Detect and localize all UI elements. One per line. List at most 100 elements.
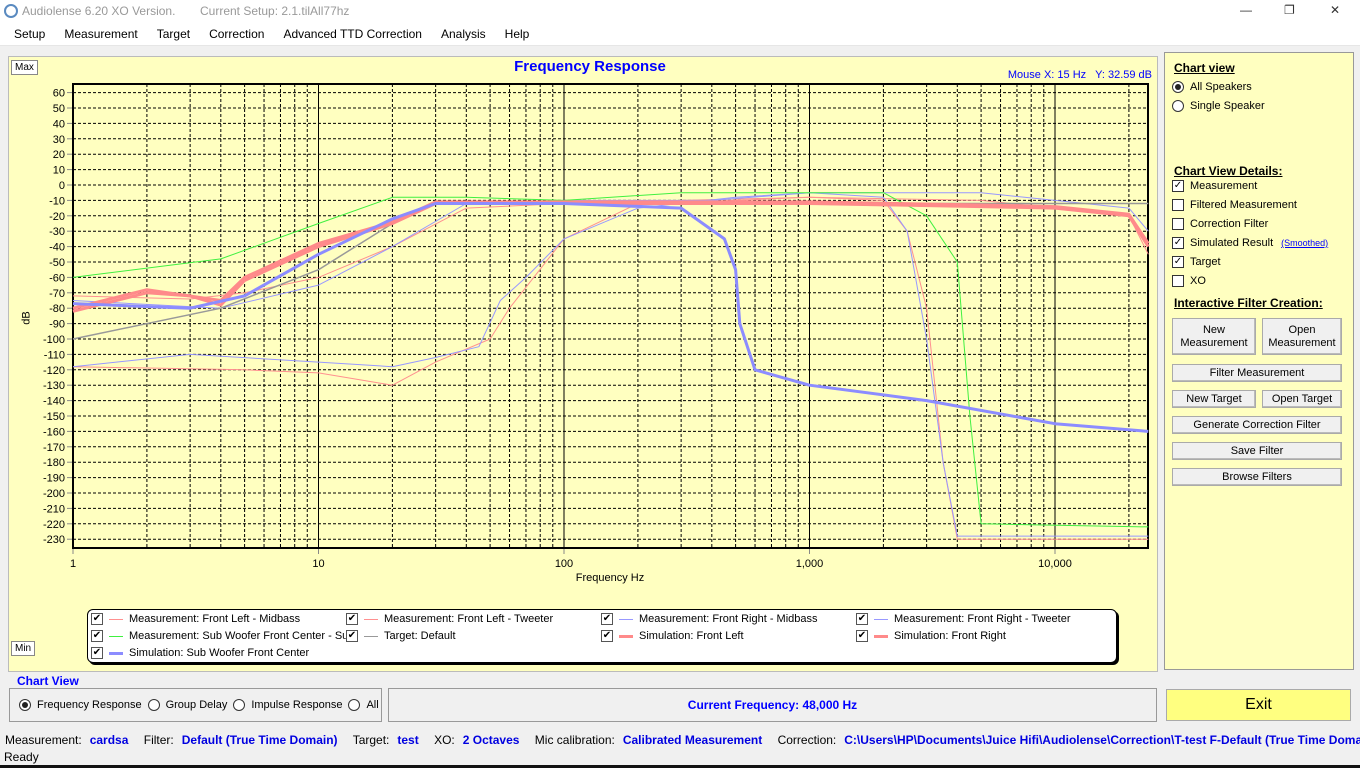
checkbox-checked-icon[interactable]: ✔	[346, 613, 358, 625]
detail-checkbox-correction-filter[interactable]: Correction Filter	[1172, 218, 1268, 230]
max-button[interactable]: Max	[11, 60, 38, 75]
checkbox-checked-icon[interactable]: ✔	[91, 630, 103, 642]
y-tick-label: -150	[43, 411, 65, 423]
y-tick-label: -190	[43, 473, 65, 485]
save-filter-button[interactable]: Save Filter	[1172, 442, 1342, 460]
radio-all-speakers[interactable]: All Speakers	[1172, 81, 1252, 93]
checkbox-checked-icon[interactable]: ✔	[601, 613, 613, 625]
filter-measurement-button[interactable]: Filter Measurement	[1172, 364, 1342, 382]
x-tick-label: 10	[312, 558, 324, 570]
new-measurement-button[interactable]: New Measurement	[1172, 318, 1256, 355]
checkbox-label: Simulated Result	[1190, 237, 1274, 249]
series-line-5	[72, 202, 1149, 340]
chart-view-group: Frequency Response Group Delay Impulse R…	[9, 688, 382, 722]
checkbox-checked-icon[interactable]: ✔	[856, 630, 868, 642]
filter-label: Filter:	[143, 733, 174, 747]
browse-filters-button[interactable]: Browse Filters	[1172, 468, 1342, 486]
chart-title: Frequency Response	[514, 58, 666, 75]
right-panel: Chart view All Speakers Single Speaker C…	[1164, 52, 1354, 670]
target-label: Target:	[352, 733, 390, 747]
current-frequency: Current Frequency: 48,000 Hz	[687, 698, 858, 712]
series-line-0	[72, 196, 1149, 540]
detail-checkbox-filtered-measurement[interactable]: Filtered Measurement	[1172, 199, 1297, 211]
maximize-button[interactable]: ❐	[1284, 3, 1295, 17]
y-tick-label: -130	[43, 380, 65, 392]
y-tick-label: -220	[43, 519, 65, 531]
open-measurement-button[interactable]: Open Measurement	[1262, 318, 1342, 355]
radio-label: Frequency Response	[37, 699, 142, 711]
y-tick-label: -30	[49, 226, 65, 238]
y-tick-label: -140	[43, 396, 65, 408]
measurement-value: cardsa	[89, 733, 129, 747]
radio-label: Impulse Response	[251, 699, 343, 711]
checkbox-checked-icon[interactable]: ✔	[856, 613, 868, 625]
xo-value: 2 Octaves	[462, 733, 520, 747]
minimize-button[interactable]: —	[1240, 3, 1252, 17]
y-tick-label: 0	[59, 180, 65, 192]
generate-correction-filter-button[interactable]: Generate Correction Filter	[1172, 416, 1342, 434]
legend-label: Measurement: Sub Woofer Front Center - S…	[129, 630, 355, 642]
y-tick-label: -200	[43, 488, 65, 500]
checkbox-checked-icon[interactable]: ✔	[601, 630, 613, 642]
legend-item[interactable]: ✔ Simulation: Front Right	[856, 630, 1006, 642]
y-tick-label: -210	[43, 503, 65, 515]
legend-item[interactable]: ✔ Target: Default	[346, 630, 456, 642]
y-tick-label: -170	[43, 442, 65, 454]
close-button[interactable]: ✕	[1330, 3, 1340, 17]
open-target-button[interactable]: Open Target	[1262, 390, 1342, 408]
y-tick-label: -90	[49, 319, 65, 331]
min-button[interactable]: Min	[11, 641, 36, 656]
radio-label: All	[366, 699, 379, 711]
checkbox-label: XO	[1190, 275, 1206, 287]
detail-checkbox-xo[interactable]: XO	[1172, 275, 1206, 287]
legend-item[interactable]: ✔ Measurement: Front Right - Tweeter	[856, 613, 1070, 625]
exit-button[interactable]: Exit	[1166, 689, 1351, 721]
radio-label: Single Speaker	[1190, 100, 1265, 112]
radio-group-delay[interactable]	[147, 699, 160, 711]
legend-item[interactable]: ✔ Measurement: Sub Woofer Front Center - …	[91, 630, 354, 642]
radio-single-speaker[interactable]: Single Speaker	[1172, 100, 1265, 112]
radio-impulse-response[interactable]	[233, 699, 246, 711]
checkbox-checked-icon: ✓	[1172, 180, 1184, 192]
series-line-2	[72, 192, 1149, 537]
smoothed-link[interactable]: (Smoothed)	[1281, 238, 1328, 248]
series-swatch	[619, 634, 633, 638]
radio-label: All Speakers	[1190, 81, 1252, 93]
x-axis-label: Frequency Hz	[575, 572, 645, 584]
detail-checkbox-measurement[interactable]: ✓ Measurement	[1172, 180, 1257, 192]
checkbox-checked-icon[interactable]: ✔	[346, 630, 358, 642]
series-swatch	[619, 618, 633, 620]
plot-frame	[72, 83, 1149, 549]
correction-value: C:\Users\HP\Documents\Juice Hifi\Audiole…	[844, 733, 1360, 747]
checkbox-checked-icon[interactable]: ✔	[91, 647, 103, 659]
legend-label: Measurement: Front Right - Tweeter	[894, 613, 1071, 625]
series-swatch	[874, 634, 888, 638]
detail-checkbox-target[interactable]: ✓ Target	[1172, 256, 1221, 268]
radio-frequency-response[interactable]	[19, 699, 31, 711]
legend-item[interactable]: ✔ Measurement: Front Left - Tweeter	[346, 613, 553, 625]
checkbox-label: Measurement	[1190, 180, 1258, 192]
chart-view-heading: Chart view	[1174, 61, 1235, 75]
status-ready: Ready	[4, 750, 39, 764]
mic-value: Calibrated Measurement	[622, 733, 763, 747]
measurement-label: Measurement:	[5, 733, 82, 747]
checkbox-icon	[1172, 199, 1184, 211]
checkbox-label: Filtered Measurement	[1190, 199, 1297, 211]
series-line-3	[72, 192, 1149, 368]
series-swatch	[364, 635, 378, 637]
target-value: test	[397, 733, 419, 747]
series-swatch	[109, 651, 123, 655]
legend-item[interactable]: ✔ Simulation: Sub Woofer Front Center	[91, 647, 309, 659]
legend-item[interactable]: ✔ Simulation: Front Left	[601, 630, 744, 642]
legend-item[interactable]: ✔ Measurement: Front Left - Midbass	[91, 613, 300, 625]
detail-checkbox-simulated-result[interactable]: ✓ Simulated Result (Smoothed)	[1172, 237, 1328, 249]
y-tick-label: -160	[43, 426, 65, 438]
mouse-readout: Mouse X: 15 Hz Y: 32.59 dB	[1007, 69, 1152, 81]
radio-all[interactable]	[348, 699, 361, 711]
checkbox-checked-icon[interactable]: ✔	[91, 613, 103, 625]
legend-item[interactable]: ✔ Measurement: Front Right - Midbass	[601, 613, 818, 625]
series-swatch	[109, 618, 123, 620]
new-target-button[interactable]: New Target	[1172, 390, 1256, 408]
y-tick-label: -80	[49, 303, 65, 315]
current-frequency-box: Current Frequency: 48,000 Hz	[388, 688, 1157, 722]
